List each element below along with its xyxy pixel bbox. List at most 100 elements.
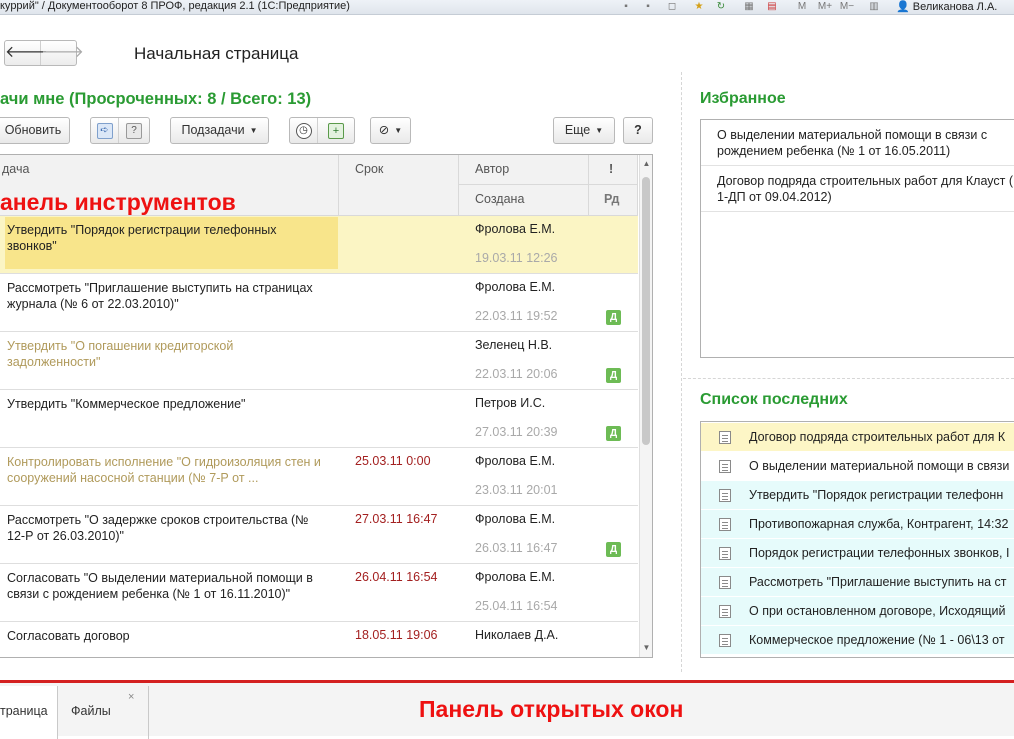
refresh-button[interactable]: Обновить (0, 117, 70, 144)
task-created: 25.04.11 16:54 (475, 599, 558, 613)
forward-task-button[interactable]: ➪ (91, 118, 119, 143)
question-task-button[interactable]: ? (120, 118, 148, 143)
table-row[interactable]: Утвердить "Коммерческое предложение" Пет… (0, 390, 638, 448)
memory-plus-icon[interactable]: M+ (815, 1, 835, 13)
favorites-item[interactable]: О выделении материальной помощи в связи … (701, 120, 1014, 166)
scrollbar-thumb[interactable] (642, 177, 650, 445)
deadline-button[interactable]: ◷ (290, 118, 318, 143)
panel-divider-horizontal[interactable] (683, 378, 1014, 379)
window-title: куррий" / Документооборот 8 ПРОФ, редакц… (0, 0, 350, 12)
column-header-created[interactable]: Создана (459, 185, 589, 216)
list-item[interactable]: Договор подряда строительных работ для К (701, 423, 1014, 452)
document-icon (719, 431, 731, 444)
table-row[interactable]: Рассмотреть "Приглашение выступить на ст… (0, 274, 638, 332)
recent-item-label: О при остановленном договоре, Исходящий (749, 604, 1006, 618)
table-row[interactable]: Согласовать "О выделении материальной по… (0, 564, 638, 622)
window-title-bar: куррий" / Документооборот 8 ПРОФ, редакц… (0, 0, 1014, 15)
table-row[interactable]: Согласовать договор 18.05.11 19:06 Никол… (0, 622, 638, 657)
scroll-up-icon[interactable]: ▲ (640, 157, 652, 171)
close-icon[interactable]: × (128, 672, 134, 722)
subtasks-dropdown[interactable]: Подзадачи ▼ (170, 117, 269, 144)
memory-m-icon[interactable]: M (795, 1, 809, 13)
document-icon (719, 518, 731, 531)
help-button[interactable]: ? (623, 117, 653, 144)
favorites-star-icon[interactable]: ★ (693, 1, 705, 13)
task-author: Фролова Е.М. (475, 280, 556, 294)
task-created: 19.03.11 12:26 (475, 251, 558, 265)
task-name: Контролировать исполнение "О гидроизоляц… (7, 455, 321, 485)
favorites-heading[interactable]: Избранное (700, 90, 786, 108)
calculator-icon[interactable]: ▦ (743, 1, 755, 13)
chevron-down-icon: ▼ (595, 126, 604, 136)
favorites-list: О выделении материальной помощи в связи … (700, 119, 1014, 358)
history-icon[interactable]: ↻ (715, 1, 727, 13)
column-header-author[interactable]: Автор (459, 155, 589, 185)
list-item[interactable]: Утвердить "Порядок регистрации телефонн (701, 481, 1014, 510)
panel-divider[interactable] (681, 72, 682, 672)
navigation-buttons: 🡐 🡒 (4, 40, 84, 66)
column-header-rd[interactable]: Рд (589, 185, 638, 216)
more-dropdown[interactable]: Еще ▼ (553, 117, 615, 144)
tab-label: Файлы (71, 704, 111, 718)
table-row[interactable]: Рассмотреть "О задержке сроков строитель… (0, 506, 638, 564)
attachment-dropdown[interactable]: ⊘ ▼ (370, 117, 411, 144)
list-item[interactable]: О выделении материальной помощи в связи (701, 452, 1014, 481)
recent-list: Договор подряда строительных работ для К… (700, 421, 1014, 658)
calendar-icon[interactable]: ▤ (766, 1, 778, 13)
paperclip-icon: ⊘ (378, 123, 390, 137)
recent-heading[interactable]: Список последних (700, 391, 848, 409)
document-icon (719, 489, 731, 502)
task-name: Согласовать договор (7, 629, 130, 643)
tab-home-page[interactable]: траница (0, 686, 58, 739)
column-header-importance[interactable]: ! (589, 155, 638, 185)
current-user[interactable]: 👤 Великанова Л.А. (896, 0, 997, 13)
task-author: Фролова Е.М. (475, 222, 556, 236)
subtasks-label: Подзадачи (181, 123, 245, 137)
list-item[interactable]: Коммерческое предложение (№ 1 - 06\13 от (701, 626, 1014, 655)
task-created: 27.03.11 20:39 (475, 425, 558, 439)
user-name: Великанова Л.А. (912, 1, 998, 13)
task-author: Фролова Е.М. (475, 512, 556, 526)
favorites-item[interactable]: Договор подряда строительных работ для К… (701, 166, 1014, 212)
tab-files[interactable]: Файлы × (58, 686, 149, 739)
document-icon (719, 576, 731, 589)
document-badge-icon: Д (606, 542, 621, 557)
column-header-due[interactable]: Срок (339, 155, 459, 216)
forward-button[interactable]: 🡒 (41, 41, 84, 65)
memory-minus-icon[interactable]: M− (838, 1, 856, 13)
table-row[interactable]: Утвердить "Порядок регистрации телефонны… (0, 216, 638, 274)
document-icon (719, 460, 731, 473)
panels-icon[interactable]: ▥ (868, 1, 880, 13)
add-subtask-button[interactable]: + (322, 118, 350, 143)
table-row[interactable]: Утвердить "О погашении кредиторской задо… (0, 332, 638, 390)
recent-item-label: Противопожарная служба, Контрагент, 14:3… (749, 517, 1009, 531)
open-windows-panel: траница Файлы × Панель открытых окон (0, 680, 1014, 739)
preview-icon[interactable]: ◻ (666, 1, 678, 13)
arrow-right-icon: 🡒 (41, 44, 84, 61)
table-row[interactable]: Контролировать исполнение "О гидроизоляц… (0, 448, 638, 506)
recent-item-label: Порядок регистрации телефонных звонков, … (749, 546, 1010, 560)
save-icon[interactable]: ▪ (620, 1, 632, 13)
task-author: Фролова Е.М. (475, 454, 556, 468)
document-icon (719, 634, 731, 647)
recent-item-label: Договор подряда строительных работ для К (749, 430, 1006, 444)
table-scrollbar[interactable]: ▲ ▼ (639, 155, 652, 657)
list-item[interactable]: Порядок регистрации телефонных звонков, … (701, 539, 1014, 568)
list-item[interactable]: Противопожарная служба, Контрагент, 14:3… (701, 510, 1014, 539)
scroll-down-icon[interactable]: ▼ (640, 641, 652, 655)
list-item[interactable]: О при остановленном договоре, Исходящий (701, 597, 1014, 626)
tab-label: траница (0, 704, 48, 718)
back-button[interactable]: 🡐 (5, 41, 48, 65)
open-windows-annotation: Панель открытых окон (419, 696, 684, 722)
tasks-heading[interactable]: ачи мне (Просроченных: 8 / Всего: 13) (0, 90, 311, 109)
document-icon (719, 547, 731, 560)
task-name: Согласовать "О выделении материальной по… (7, 571, 313, 601)
task-name: Рассмотреть "О задержке сроков строитель… (7, 513, 309, 543)
add-task-icon: + (328, 122, 344, 139)
print-icon[interactable]: ▪ (642, 1, 654, 13)
task-author: Петров И.С. (475, 396, 546, 410)
tasks-table: дача Срок Автор Создана ! Рд Утвердить "… (0, 154, 653, 658)
list-item[interactable]: Рассмотреть "Приглашение выступить на ст (701, 568, 1014, 597)
document-badge-icon: Д (606, 426, 621, 441)
clock-icon: ◷ (295, 122, 312, 139)
